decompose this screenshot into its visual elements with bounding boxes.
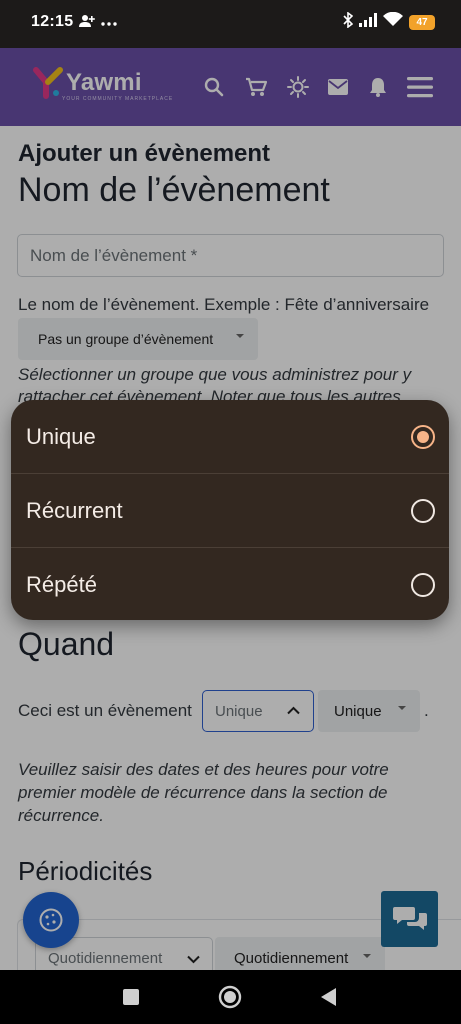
option-label: Récurrent — [26, 497, 123, 523]
option-repeated[interactable]: Répété — [11, 548, 449, 620]
signal-icon — [359, 12, 377, 32]
option-label: Répété — [26, 571, 97, 597]
system-nav-bar — [0, 970, 461, 1024]
status-time: 12:15 — [31, 13, 74, 30]
person-add-icon — [79, 14, 95, 33]
status-right-icons: 47 — [343, 10, 435, 33]
more-dots-icon — [101, 14, 117, 32]
status-bar: 12:15 47 — [0, 0, 461, 48]
option-unique[interactable]: Unique — [11, 400, 449, 473]
battery-icon: 47 — [409, 14, 435, 30]
option-label: Unique — [26, 423, 96, 449]
option-recurrent[interactable]: Récurrent — [11, 474, 449, 547]
bluetooth-icon — [343, 10, 354, 33]
home-circle-icon[interactable] — [217, 984, 243, 1010]
recents-square-icon[interactable] — [118, 984, 144, 1010]
radio-selected-icon[interactable] — [411, 424, 435, 449]
event-type-options-popup: Unique Récurrent Répété — [11, 400, 449, 620]
back-triangle-icon[interactable] — [316, 984, 342, 1010]
radio-unselected-icon[interactable] — [411, 498, 435, 523]
status-left-icons — [79, 14, 117, 32]
radio-unselected-icon[interactable] — [411, 572, 435, 597]
wifi-icon — [383, 11, 403, 32]
